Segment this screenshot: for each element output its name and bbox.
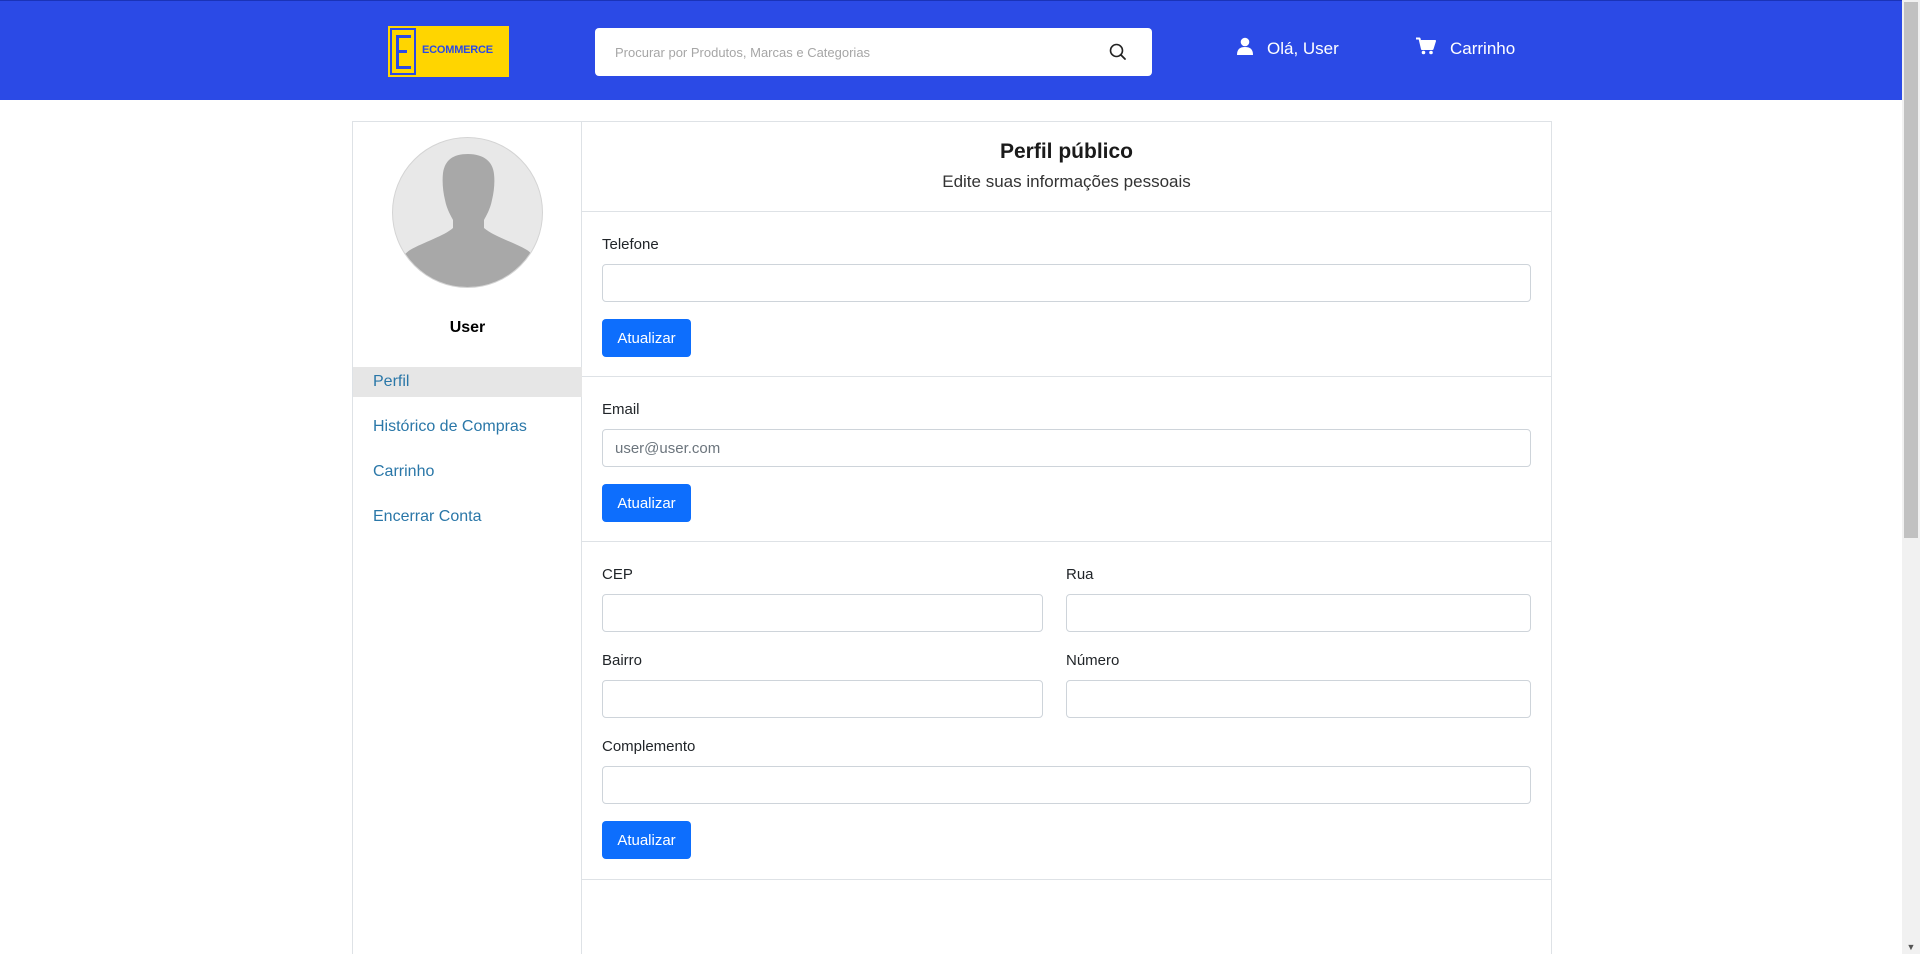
profile-header: Perfil público Edite suas informações pe… — [582, 122, 1551, 212]
logo-letter-mark — [390, 28, 416, 75]
sidebar-menu: Perfil Histórico de Compras Carrinho Enc… — [353, 367, 582, 547]
address-section: CEP Rua Bairro Número Complemento Atuali… — [582, 542, 1551, 880]
profile-sidebar: User Perfil Histórico de Compras Carrinh… — [353, 122, 582, 954]
logo-text: ECOMMERCE — [422, 44, 493, 56]
phone-field[interactable] — [602, 264, 1531, 302]
update-email-button[interactable]: Atualizar — [602, 484, 691, 522]
rua-label: Rua — [1066, 566, 1094, 583]
complemento-field[interactable] — [602, 766, 1531, 804]
complemento-label: Complemento — [602, 738, 696, 755]
numero-field[interactable] — [1066, 680, 1531, 718]
cart-link[interactable]: Carrinho — [1416, 37, 1515, 60]
search-icon[interactable] — [1108, 42, 1128, 62]
email-section: Email Atualizar — [582, 377, 1551, 542]
user-account-link[interactable]: Olá, User — [1237, 37, 1339, 60]
cart-icon — [1416, 37, 1450, 60]
bairro-field[interactable] — [602, 680, 1043, 718]
page: ECOMMERCE Olá, User Carrinho ▼ — [0, 0, 1920, 954]
cart-label: Carrinho — [1450, 38, 1516, 58]
scrollbar-thumb[interactable] — [1904, 2, 1918, 538]
sidebar-item-historico-compras[interactable]: Histórico de Compras — [353, 412, 582, 442]
sidebar-item-encerrar-conta[interactable]: Encerrar Conta — [353, 502, 582, 532]
profile-container: User Perfil Histórico de Compras Carrinh… — [352, 121, 1552, 954]
phone-label: Telefone — [602, 236, 659, 253]
user-icon — [1237, 37, 1267, 60]
update-address-button[interactable]: Atualizar — [602, 821, 691, 859]
user-greeting: Olá, User — [1267, 38, 1339, 58]
avatar — [392, 137, 543, 288]
email-field[interactable] — [602, 429, 1531, 467]
cep-label: CEP — [602, 566, 633, 583]
ecommerce-logo[interactable]: ECOMMERCE — [388, 26, 509, 77]
update-phone-button[interactable]: Atualizar — [602, 319, 691, 357]
page-scrollbar[interactable]: ▼ — [1902, 0, 1920, 954]
page-subtitle: Edite suas informações pessoais — [942, 172, 1191, 191]
page-title: Perfil público — [999, 140, 1133, 163]
rua-field[interactable] — [1066, 594, 1531, 632]
cep-field[interactable] — [602, 594, 1043, 632]
sidebar-item-perfil[interactable]: Perfil — [353, 367, 582, 397]
search-bar — [595, 28, 1152, 76]
numero-label: Número — [1066, 652, 1120, 669]
profile-main: Perfil público Edite suas informações pe… — [582, 122, 1551, 954]
sidebar-item-carrinho[interactable]: Carrinho — [353, 457, 582, 487]
scroll-down-arrow-icon[interactable]: ▼ — [1906, 942, 1916, 952]
search-input[interactable] — [595, 28, 1095, 76]
bairro-label: Bairro — [602, 652, 643, 669]
sidebar-user-name: User — [449, 319, 486, 336]
email-label: Email — [602, 401, 640, 418]
top-header: ECOMMERCE Olá, User Carrinho — [0, 0, 1902, 100]
phone-section: Telefone Atualizar — [582, 212, 1551, 377]
